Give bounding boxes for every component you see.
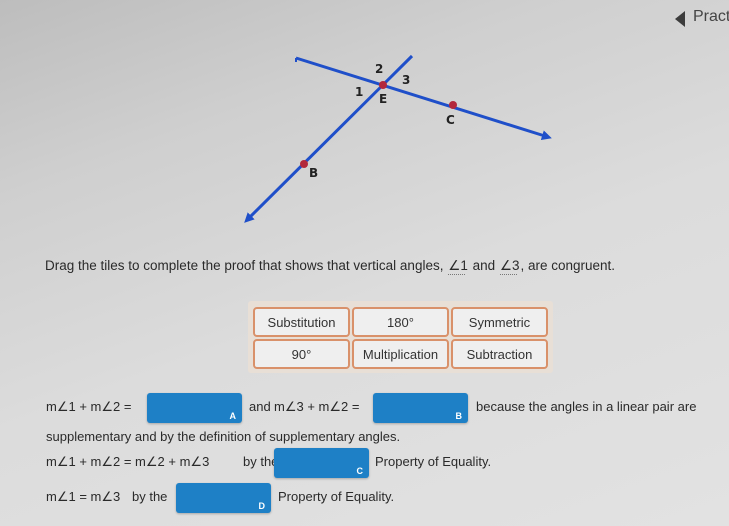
angle-label-2: 2 [375,62,383,76]
proof-line3-expr: m∠1 + m∠2 = m∠2 + m∠3 [46,454,210,469]
proof-line4-tail: Property of Equality. [278,489,395,504]
drop-zone-c-letter: C [356,466,364,476]
proof-line3-tail: Property of Equality. [375,454,492,469]
point-b [300,160,308,168]
proof-line1-tail: because the angles in a linear pair are [476,399,697,414]
point-label-c: C [446,113,455,127]
point-label-e: E [379,92,387,106]
instruction-part2: and [468,258,499,273]
tile-180-degrees[interactable]: 180° [352,307,449,337]
proof-line1-and: and [249,399,271,414]
drop-zone-a-letter: A [229,411,237,421]
drop-zone-d[interactable]: D [176,483,271,513]
angle-1-ref: ∠1 [448,258,468,275]
tile-90-degrees[interactable]: 90° [253,339,350,369]
proof-line1-expr1: m∠1 + m∠2 = [46,399,132,414]
tile-subtraction[interactable]: Subtraction [451,339,548,369]
instruction-text: Drag the tiles to complete the proof tha… [45,258,616,275]
drop-zone-b[interactable]: B [373,393,468,423]
point-e [379,81,387,89]
tile-bank: Substitution 180° Symmetric 90° Multipli… [248,301,553,373]
instruction-part1: Drag the tiles to complete the proof tha… [45,258,448,273]
drop-zone-c[interactable]: C [274,448,369,478]
instruction-part3: , are congruent. [520,258,616,273]
angle-label-1: 1 [355,85,363,99]
proof-line2-text: supplementary and by the definition of s… [46,429,401,444]
tile-multiplication[interactable]: Multiplication [352,339,449,369]
proof-line1-expr2: m∠3 + m∠2 = [274,399,360,414]
line-ec [295,56,552,140]
tile-symmetric[interactable]: Symmetric [451,307,548,337]
line-eb [244,54,414,223]
drop-zone-a[interactable]: A [147,393,242,423]
drop-zone-b-letter: B [455,411,463,421]
geometry-diagram: 2 3 1 E C B [244,54,552,223]
tile-substitution[interactable]: Substitution [253,307,350,337]
drop-zone-d-letter: D [258,501,266,511]
point-label-b: B [309,166,318,180]
proof-line4-expr: m∠1 = m∠3 [46,489,121,504]
angle-label-3: 3 [402,73,410,87]
angle-3-ref: ∠3 [499,258,520,275]
proof-line4-by-the: by the [132,489,168,504]
point-c [449,101,457,109]
